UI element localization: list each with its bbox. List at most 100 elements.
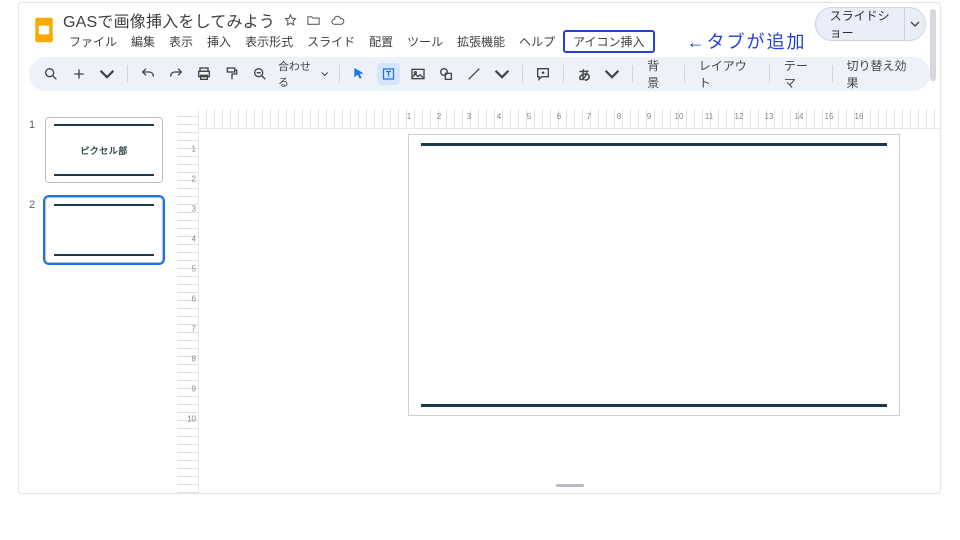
slide-top-bar <box>421 143 887 146</box>
menu-help[interactable]: ヘルプ <box>513 31 561 52</box>
ruler-tick: 4 <box>497 112 501 121</box>
ruler-tick: 5 <box>527 112 531 121</box>
thumb-row: 2 <box>29 197 171 263</box>
shape-icon[interactable] <box>436 63 456 85</box>
menu-icon-insert[interactable]: アイコン挿入 <box>563 30 654 53</box>
menu-edit[interactable]: 編集 <box>125 31 161 52</box>
titlebar: GASで画像挿入をしてみよう ファイル 編集 表示 挿入 表示形式 スライド 配… <box>19 3 940 51</box>
ruler-tick: 10 <box>675 112 684 121</box>
new-slide-icon[interactable] <box>69 63 89 85</box>
cloud-status-icon[interactable] <box>329 13 346 28</box>
horizontal-ruler: 12345678910111213141516 <box>199 109 940 129</box>
ruler-tick: 5 <box>192 265 196 274</box>
slide-thumb-2[interactable] <box>45 197 163 263</box>
ruler-tick: 8 <box>192 355 196 364</box>
ruler-tick: 16 <box>855 112 864 121</box>
divider <box>684 65 685 83</box>
ruler-tick: 15 <box>825 112 834 121</box>
toolbar: 合わせる あ 背景 レイアウト テーマ 切り替え効果 <box>29 57 930 91</box>
comment-icon[interactable] <box>533 63 553 85</box>
ruler-tick: 1 <box>192 145 196 154</box>
ruler-tick: 13 <box>765 112 774 121</box>
ruler-tick: 3 <box>467 112 471 121</box>
ruler-tick: 7 <box>192 325 196 334</box>
slideshow-label: スライドショー <box>830 7 891 41</box>
ruler-tick: 3 <box>192 205 196 214</box>
slide-bottom-bar <box>421 404 887 407</box>
thumb-number: 2 <box>29 197 39 263</box>
select-tool-icon[interactable] <box>349 63 369 85</box>
notes-drag-handle[interactable] <box>556 484 584 487</box>
menu-extensions[interactable]: 拡張機能 <box>451 31 511 52</box>
text-style-icon[interactable]: あ <box>574 63 594 85</box>
ruler-tick: 14 <box>795 112 804 121</box>
ruler-tick: 10 <box>187 415 196 424</box>
ruler-tick: 12 <box>735 112 744 121</box>
menu-arrange[interactable]: 配置 <box>363 31 399 52</box>
redo-icon[interactable] <box>166 63 186 85</box>
slide-bar <box>54 174 154 176</box>
divider <box>522 65 523 83</box>
vertical-ruler: 1 2 3 4 5 6 7 8 9 10 <box>177 109 199 493</box>
ruler-tick: 6 <box>557 112 561 121</box>
slideshow-button[interactable]: スライドショー <box>815 7 906 41</box>
doc-title[interactable]: GASで画像挿入をしてみよう <box>63 8 275 32</box>
slide-canvas[interactable] <box>409 135 899 415</box>
background-button[interactable]: 背景 <box>643 57 674 91</box>
divider <box>563 65 564 83</box>
thumb-title: ピクセル部 <box>46 118 162 182</box>
divider <box>832 65 833 83</box>
slide-bar <box>54 254 154 256</box>
divider <box>632 65 633 83</box>
divider <box>769 65 770 83</box>
workspace: 1 ピクセル部 2 12345678910 123456789 <box>19 109 940 493</box>
zoom-label: 合わせる <box>278 58 319 90</box>
zoom-select[interactable]: 合わせる <box>278 58 329 90</box>
scroll-thumb[interactable] <box>930 9 936 81</box>
menu-tools[interactable]: ツール <box>401 31 449 52</box>
ruler-tick: 9 <box>192 385 196 394</box>
chevron-down-icon[interactable] <box>492 63 512 85</box>
divider <box>339 65 340 83</box>
ruler-tick: 8 <box>617 112 621 121</box>
slide-bar <box>54 204 154 206</box>
app-window: GASで画像挿入をしてみよう ファイル 編集 表示 挿入 表示形式 スライド 配… <box>18 2 941 494</box>
chevron-down-icon[interactable] <box>602 63 622 85</box>
slide-thumbnails: 1 ピクセル部 2 <box>19 109 177 493</box>
slide-thumb-1[interactable]: ピクセル部 <box>45 117 163 183</box>
ruler-tick: 2 <box>192 175 196 184</box>
undo-icon[interactable] <box>138 63 158 85</box>
annotation-label: ←タブが追加 <box>687 28 807 54</box>
menu-insert[interactable]: 挿入 <box>201 31 237 52</box>
canvas-area[interactable]: 12345678910111213141516 <box>199 109 940 493</box>
line-icon[interactable] <box>464 63 484 85</box>
menu-slide[interactable]: スライド <box>301 31 361 52</box>
slideshow-dropdown[interactable] <box>905 7 926 41</box>
search-icon[interactable] <box>41 63 61 85</box>
print-icon[interactable] <box>194 63 214 85</box>
move-folder-icon[interactable] <box>306 13 321 28</box>
ruler-tick: 1 <box>407 112 411 121</box>
menu-view[interactable]: 表示 <box>163 31 199 52</box>
menu-format[interactable]: 表示形式 <box>239 31 299 52</box>
ruler-tick: 4 <box>192 235 196 244</box>
zoom-out-icon[interactable] <box>250 63 270 85</box>
transition-button[interactable]: 切り替え効果 <box>843 57 918 91</box>
header-right: スライドショー <box>815 7 926 41</box>
thumb-number: 1 <box>29 117 39 183</box>
ruler-tick: 2 <box>437 112 441 121</box>
theme-button[interactable]: テーマ <box>780 57 822 91</box>
thumb-row: 1 ピクセル部 <box>29 117 171 183</box>
chevron-down-icon[interactable] <box>97 63 117 85</box>
scrollbar[interactable] <box>928 3 938 493</box>
paint-format-icon[interactable] <box>222 63 242 85</box>
ruler-tick: 6 <box>192 295 196 304</box>
ruler-tick: 9 <box>647 112 651 121</box>
star-icon[interactable] <box>283 13 298 28</box>
menu-file[interactable]: ファイル <box>63 31 123 52</box>
slides-app-icon[interactable] <box>33 13 55 47</box>
image-icon[interactable] <box>408 63 428 85</box>
text-box-icon[interactable] <box>377 63 400 85</box>
layout-button[interactable]: レイアウト <box>695 57 759 91</box>
ruler-tick: 7 <box>587 112 591 121</box>
